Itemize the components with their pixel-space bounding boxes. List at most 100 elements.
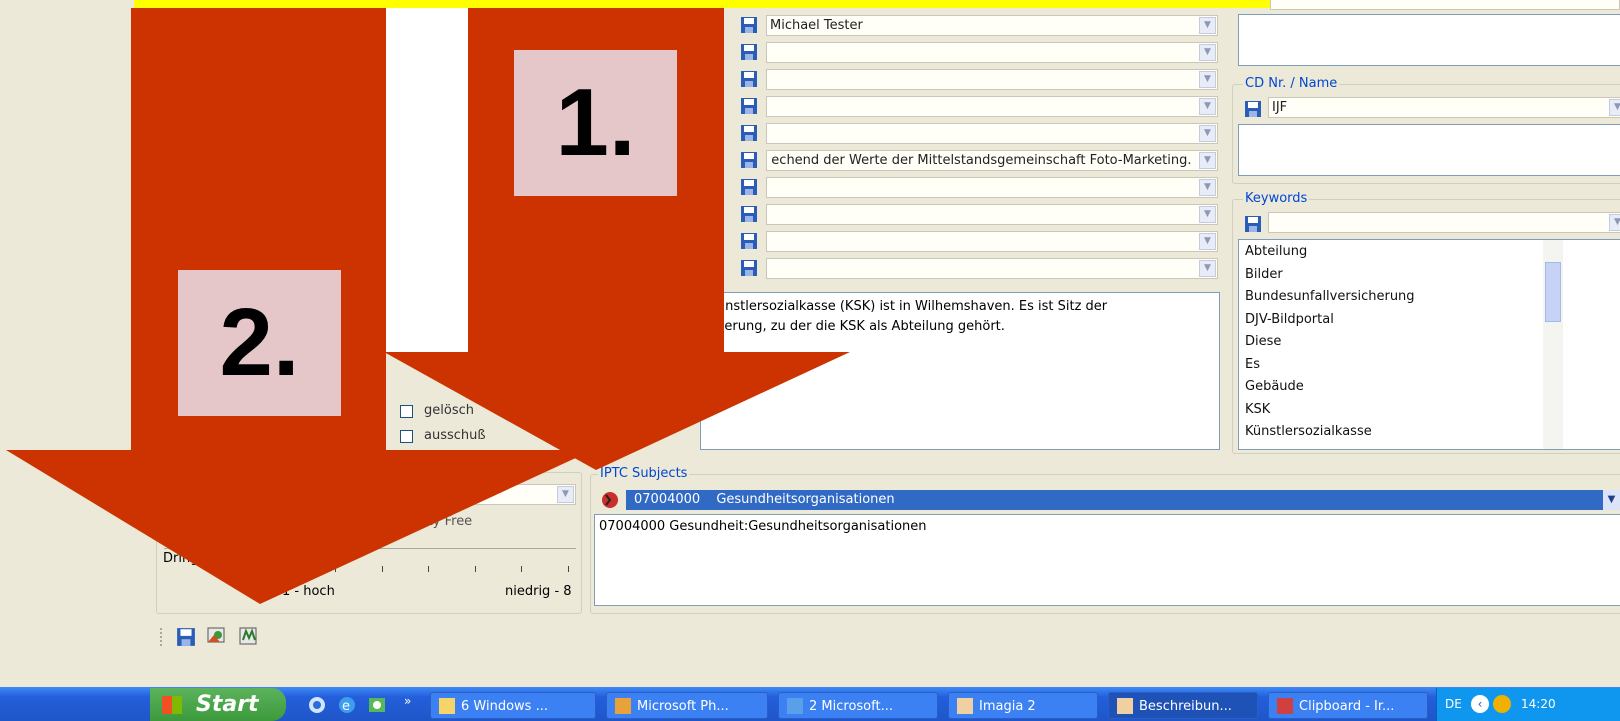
iptc-code: 07004000 (634, 492, 701, 507)
save-icon[interactable] (740, 232, 758, 250)
imagia-icon (957, 698, 973, 714)
ie-icon[interactable]: e (338, 696, 356, 714)
network-icon[interactable] (1493, 695, 1511, 713)
chevron-down-icon[interactable]: ▼ (1199, 17, 1216, 34)
form-field-combo[interactable]: ▼ (766, 231, 1218, 252)
slider-tick (521, 566, 522, 572)
chevron-down-icon[interactable]: ▼ (1199, 71, 1216, 88)
save-icon[interactable] (740, 151, 758, 169)
chevron-down-icon[interactable]: ▼ (1199, 206, 1216, 223)
save-icon[interactable] (176, 627, 196, 647)
urgency-slider[interactable] (240, 566, 570, 578)
taskbar-item[interactable]: Beschreibun... (1108, 692, 1258, 719)
save-icon[interactable] (740, 97, 758, 115)
save-icon[interactable] (740, 124, 758, 142)
slider-tick (381, 566, 383, 572)
taskbar-item[interactable]: 2 Microsoft... (778, 692, 938, 719)
iptc-combo[interactable]: 07004000 Gesundheitsorganisationen (626, 490, 1620, 510)
keyword-item[interactable]: Es (1245, 357, 1260, 373)
image-icon[interactable] (206, 626, 228, 646)
license-value: Royalty Free (392, 514, 473, 529)
form-field-combo[interactable]: ▼ (766, 204, 1218, 225)
taskbar-item[interactable]: Microsoft Ph... (606, 692, 768, 719)
taskbar-item[interactable]: Imagia 2 (948, 692, 1098, 719)
keyword-item[interactable]: Abteilung (1245, 244, 1307, 260)
license-combo[interactable]: ▼ (380, 484, 576, 505)
taskbar-item[interactable]: Clipboard - Ir... (1268, 692, 1428, 719)
slider-tick (567, 566, 569, 572)
keyword-item[interactable]: Bundesunfallversicherung (1245, 289, 1415, 305)
flag-label: ausschuß (424, 428, 486, 443)
form-field-combo[interactable]: ▼ (766, 42, 1218, 63)
chevron-down-icon[interactable]: ▼ (1199, 260, 1216, 277)
chevron-down-icon[interactable]: ▼ (1199, 179, 1216, 196)
top-right-memo[interactable] (1238, 14, 1620, 66)
desktop-icon[interactable] (368, 696, 386, 714)
taskbar-item-label: 6 Windows ... (461, 699, 548, 714)
scrollbar[interactable] (1543, 240, 1563, 449)
form-field-combo[interactable]: ▼ (766, 177, 1218, 198)
iptc-name: Gesundheitsorganisationen (716, 492, 895, 507)
save-icon[interactable] (1244, 100, 1262, 118)
taskbar-item[interactable]: 6 Windows ... (430, 692, 596, 719)
chevron-down-icon[interactable]: ▼ (1199, 44, 1216, 61)
save-icon[interactable] (740, 205, 758, 223)
chevron-down-icon[interactable]: ▼ (1199, 233, 1216, 250)
chevron-down-icon[interactable]: ▼ (557, 486, 574, 503)
keyword-item[interactable]: Bilder (1245, 267, 1283, 283)
keyword-item[interactable]: DJV-Bildportal (1245, 312, 1334, 328)
top-right-input[interactable] (1270, 0, 1620, 10)
cd-memo[interactable] (1238, 124, 1620, 176)
flag-label: gelösch (424, 403, 474, 418)
iptc-list-item[interactable]: 07004000 Gesundheit:Gesundheitsorganisat… (599, 519, 927, 534)
system-tray: DE ‹ 14:20 (1436, 688, 1620, 721)
form-field-combo[interactable]: ▼ (766, 258, 1218, 279)
save-icon[interactable] (740, 70, 758, 88)
form-field-combo[interactable]: ▼ (766, 69, 1218, 90)
chevron-down-icon[interactable]: ▼ (1199, 125, 1216, 142)
cd-combo[interactable]: IJF ▼ (1268, 97, 1620, 118)
chevron-down-icon[interactable]: ▼ (1199, 152, 1216, 169)
description-textarea[interactable]: Künstlersozialkasse (KSK) ist in Wilhems… (700, 292, 1220, 450)
tray-expand-icon[interactable]: ‹ (1471, 695, 1489, 713)
save-icon[interactable] (740, 178, 758, 196)
chevron-down-icon[interactable]: ▼ (1609, 99, 1620, 116)
save-icon[interactable] (740, 43, 758, 61)
edit-icon[interactable] (238, 626, 260, 646)
slider-tick (242, 566, 243, 572)
callout-two: 2. (178, 270, 341, 416)
quicklaunch-more[interactable]: » (404, 694, 411, 708)
flag-checkbox[interactable] (400, 405, 413, 418)
urgency-low: 1 - hoch (282, 584, 335, 599)
slider-tick (335, 566, 336, 572)
chevron-down-icon[interactable]: ▼ (1199, 98, 1216, 115)
start-button[interactable]: Start (150, 688, 286, 721)
taskbar-item-label: Beschreibun... (1139, 699, 1232, 714)
taskbar-item-label: Imagia 2 (979, 699, 1036, 714)
clipboard-icon (1277, 698, 1293, 714)
form-field-combo[interactable]: echend der Werte der Mittelstandsgemeins… (766, 150, 1218, 171)
flag-checkbox[interactable] (400, 430, 413, 443)
slider-tick (288, 566, 290, 572)
keyword-item[interactable]: Gebäude (1245, 379, 1304, 395)
description-line-2: cherung, zu der die KSK als Abteilung ge… (709, 319, 1005, 334)
save-icon[interactable] (740, 16, 758, 34)
urgency-label: Dring (163, 551, 199, 566)
language-indicator[interactable]: DE (1445, 697, 1462, 711)
save-icon[interactable] (1244, 215, 1262, 233)
form-field-combo[interactable]: ▼ (766, 123, 1218, 144)
keyword-item[interactable]: KSK (1245, 402, 1270, 418)
form-field-combo[interactable]: Michael Tester ▼ (766, 15, 1218, 36)
scroll-thumb[interactable] (1545, 262, 1561, 322)
quicklaunch-icon-1[interactable] (308, 696, 326, 714)
keywords-list[interactable]: Abteilung Bilder Bundesunfallversicherung D… (1238, 239, 1620, 450)
keyword-item[interactable]: Künstlersozialkasse (1245, 424, 1372, 440)
form-field-combo[interactable]: ▼ (766, 96, 1218, 117)
iptc-dropdown-button[interactable]: ▼ (1603, 490, 1620, 510)
iptc-list[interactable]: 07004000 Gesundheit:Gesundheitsorganisat… (594, 514, 1620, 606)
start-label: Start (196, 692, 259, 717)
keyword-input[interactable]: ▼ (1268, 212, 1620, 233)
save-icon[interactable] (740, 259, 758, 277)
keyword-item[interactable]: Diese (1245, 334, 1281, 350)
chevron-down-icon[interactable]: ▼ (1609, 214, 1620, 231)
